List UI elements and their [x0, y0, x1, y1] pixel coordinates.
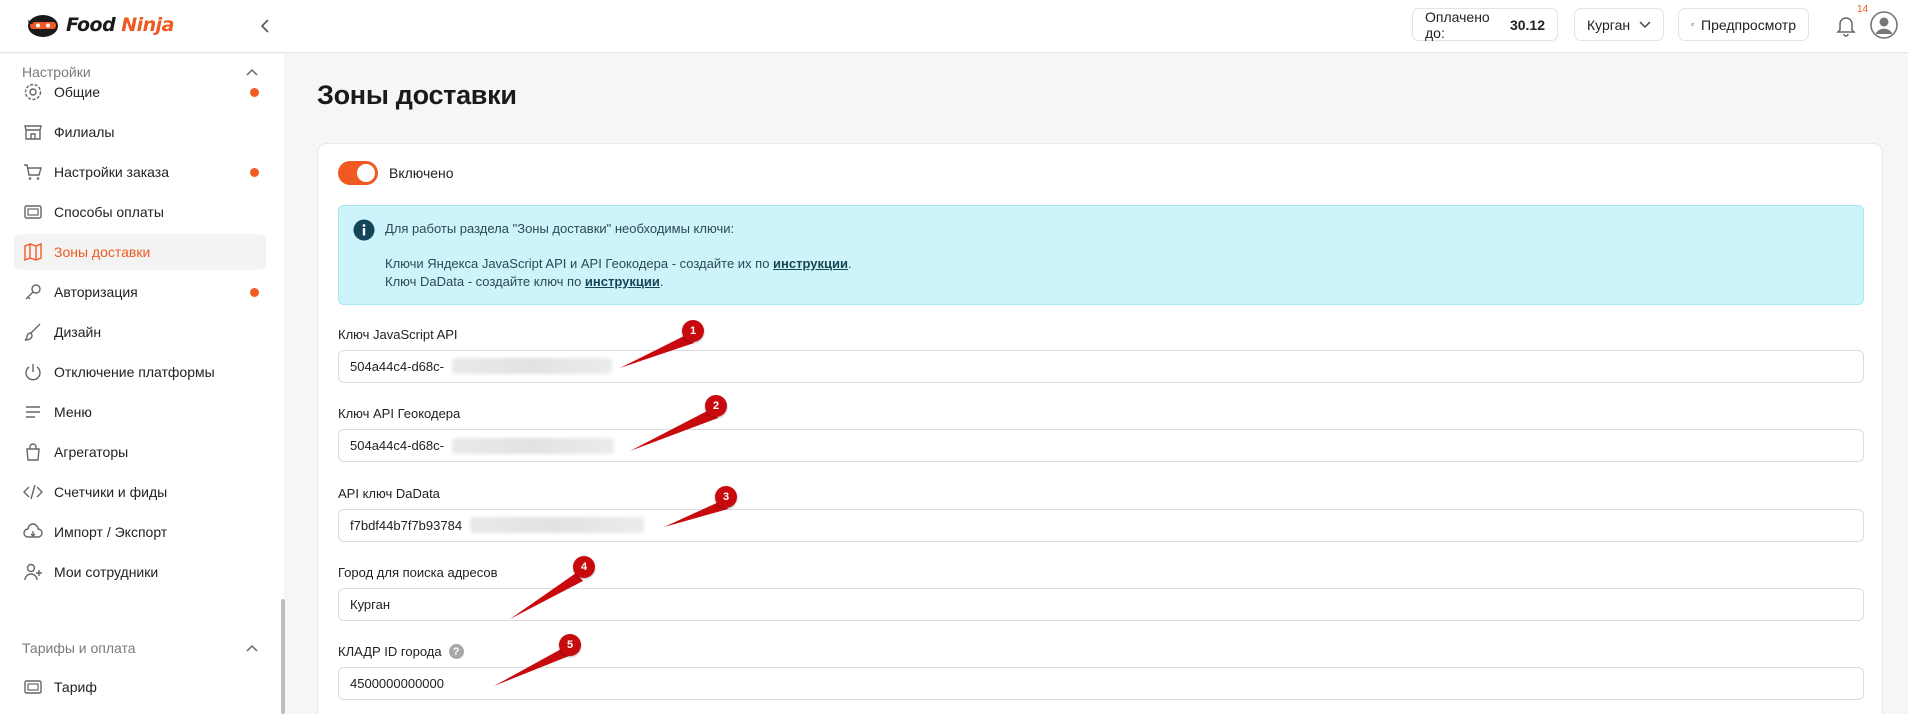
annotation-badge-1: 1: [682, 320, 704, 342]
sidebar-item-platform-disable[interactable]: Отключение платформы: [14, 354, 266, 390]
chevron-up-icon: [246, 644, 258, 652]
tariff-icon: [22, 676, 44, 698]
preview-label: Предпросмотр: [1701, 16, 1796, 33]
notification-dot: [250, 88, 259, 97]
top-bar: Food Ninja Оплачено до: 30.12 Курган Предп…: [0, 0, 1908, 53]
page-title: Зоны доставки: [317, 80, 517, 110]
sidebar-item-label: Импорт / Экспорт: [54, 524, 168, 540]
sidebar-item-label: Дизайн: [54, 324, 102, 340]
js-api-key-input[interactable]: [338, 350, 1864, 383]
search-city-input[interactable]: [338, 588, 1864, 621]
info-text-line3: Ключ DaData - создайте ключ по инструкци…: [385, 274, 664, 289]
kladr-id-input[interactable]: [338, 667, 1864, 700]
paid-until-date: 30.12: [1509, 16, 1545, 33]
dadata-key-input[interactable]: [338, 509, 1864, 542]
enabled-label: Включено: [389, 165, 454, 181]
power-icon: [22, 361, 44, 383]
key-icon: [22, 281, 44, 303]
help-icon[interactable]: ?: [448, 644, 464, 659]
logo[interactable]: Food Ninja: [26, 10, 174, 40]
notification-count: 14: [1857, 4, 1869, 15]
annotation-badge-4: 4: [573, 556, 595, 578]
sidebar-item-label: Общие: [54, 84, 101, 100]
search-city-label: Город для поиска адресов: [338, 565, 498, 580]
chevron-down-icon: [1639, 20, 1651, 28]
js-api-key-label: Ключ JavaScript API: [338, 327, 458, 342]
sidebar-item-counters-feeds[interactable]: Счетчики и фиды: [14, 474, 266, 510]
annotation-badge-3: 3: [715, 486, 737, 508]
paid-until-badge: Оплачено до: 30.12: [1412, 8, 1558, 41]
bag-icon: [22, 441, 44, 463]
gear-icon: [22, 81, 44, 103]
notification-dot: [250, 288, 259, 297]
sidebar-item-label: Отключение платформы: [54, 364, 215, 380]
sidebar-item-label: Тариф: [54, 679, 97, 695]
chevron-left-icon: [260, 19, 269, 33]
city-select[interactable]: Курган: [1574, 8, 1664, 41]
sidebar-item-label: Зоны доставки: [54, 244, 151, 260]
geocoder-api-key-input[interactable]: [338, 429, 1864, 462]
sidebar-item-label: Мои сотрудники: [54, 564, 159, 580]
toggle-knob: [357, 164, 375, 182]
sidebar-scrollbar[interactable]: [281, 599, 285, 714]
sidebar-item-import-export[interactable]: Импорт / Экспорт: [14, 514, 266, 550]
payment-icon: [22, 201, 44, 223]
geocoder-api-key-label: Ключ API Геокодера: [338, 406, 461, 421]
yandex-instructions-link[interactable]: инструкции: [773, 256, 848, 271]
cloud-icon: [22, 521, 44, 543]
code-icon: [22, 481, 44, 503]
tariffs-section-label: Тарифы и оплата: [22, 640, 136, 656]
sidebar-item-label: Филиалы: [54, 124, 115, 140]
paid-until-label: Оплачено до:: [1425, 8, 1490, 41]
external-link-icon: [1691, 23, 1694, 26]
sidebar-item-label: Агрегаторы: [54, 444, 129, 460]
enabled-toggle[interactable]: [338, 161, 378, 185]
map-icon: [22, 241, 44, 263]
info-text-line2: Ключи Яндекса JavaScript API и API Геоко…: [385, 256, 852, 271]
sidebar-item-employees[interactable]: Мои сотрудники: [14, 554, 266, 590]
sidebar-item-label: Меню: [54, 404, 92, 420]
sidebar-item-authorization[interactable]: Авторизация: [14, 274, 266, 310]
user-add-icon: [22, 561, 44, 583]
sidebar-item-menu[interactable]: Меню: [14, 394, 266, 430]
sidebar-item-label: Счетчики и фиды: [54, 484, 168, 500]
sidebar-item-tariff[interactable]: Тариф: [14, 669, 266, 705]
info-alert: Для работы раздела "Зоны доставки" необх…: [338, 205, 1864, 305]
sidebar-item-delivery-zones[interactable]: Зоны доставки: [14, 234, 266, 270]
bell-icon[interactable]: [1834, 13, 1858, 37]
sidebar-item-order-settings[interactable]: Настройки заказа: [14, 154, 266, 190]
sidebar-item-aggregators[interactable]: Агрегаторы: [14, 434, 266, 470]
collapse-sidebar-button[interactable]: [252, 13, 278, 39]
menu-icon: [22, 401, 44, 423]
kladr-id-label: КЛАДР ID города?: [338, 644, 464, 659]
notification-dot: [250, 168, 259, 177]
sidebar-item-payment-methods[interactable]: Способы оплаты: [14, 194, 266, 230]
info-text-line1: Для работы раздела "Зоны доставки" необх…: [385, 221, 735, 236]
dadata-key-label: API ключ DaData: [338, 486, 440, 501]
cart-icon: [22, 161, 44, 183]
annotation-badge-2: 2: [705, 395, 727, 417]
logo-text: Food Ninja: [66, 14, 174, 36]
store-icon: [22, 121, 44, 143]
brush-icon: [22, 321, 44, 343]
sidebar-item-design[interactable]: Дизайн: [14, 314, 266, 350]
preview-button[interactable]: Предпросмотр: [1678, 8, 1809, 41]
sidebar: Настройки Общие Филиалы Настройки заказа…: [0, 54, 285, 714]
kladr-id-label-text: КЛАДР ID города: [338, 644, 442, 659]
sidebar-item-label: Способы оплаты: [54, 204, 164, 220]
sidebar-item-general[interactable]: Общие: [14, 74, 266, 110]
tariffs-section-header[interactable]: Тарифы и оплата: [22, 640, 258, 656]
sidebar-item-label: Настройки заказа: [54, 164, 170, 180]
dadata-instructions-link[interactable]: инструкции: [585, 274, 660, 289]
sidebar-item-branches[interactable]: Филиалы: [14, 114, 266, 150]
ninja-logo-icon: [28, 15, 58, 37]
user-avatar-icon[interactable]: [1870, 11, 1898, 39]
annotation-badge-5: 5: [559, 634, 581, 656]
city-select-value: Курган: [1587, 16, 1631, 33]
info-icon: [353, 219, 375, 241]
sidebar-item-label: Авторизация: [54, 284, 138, 300]
